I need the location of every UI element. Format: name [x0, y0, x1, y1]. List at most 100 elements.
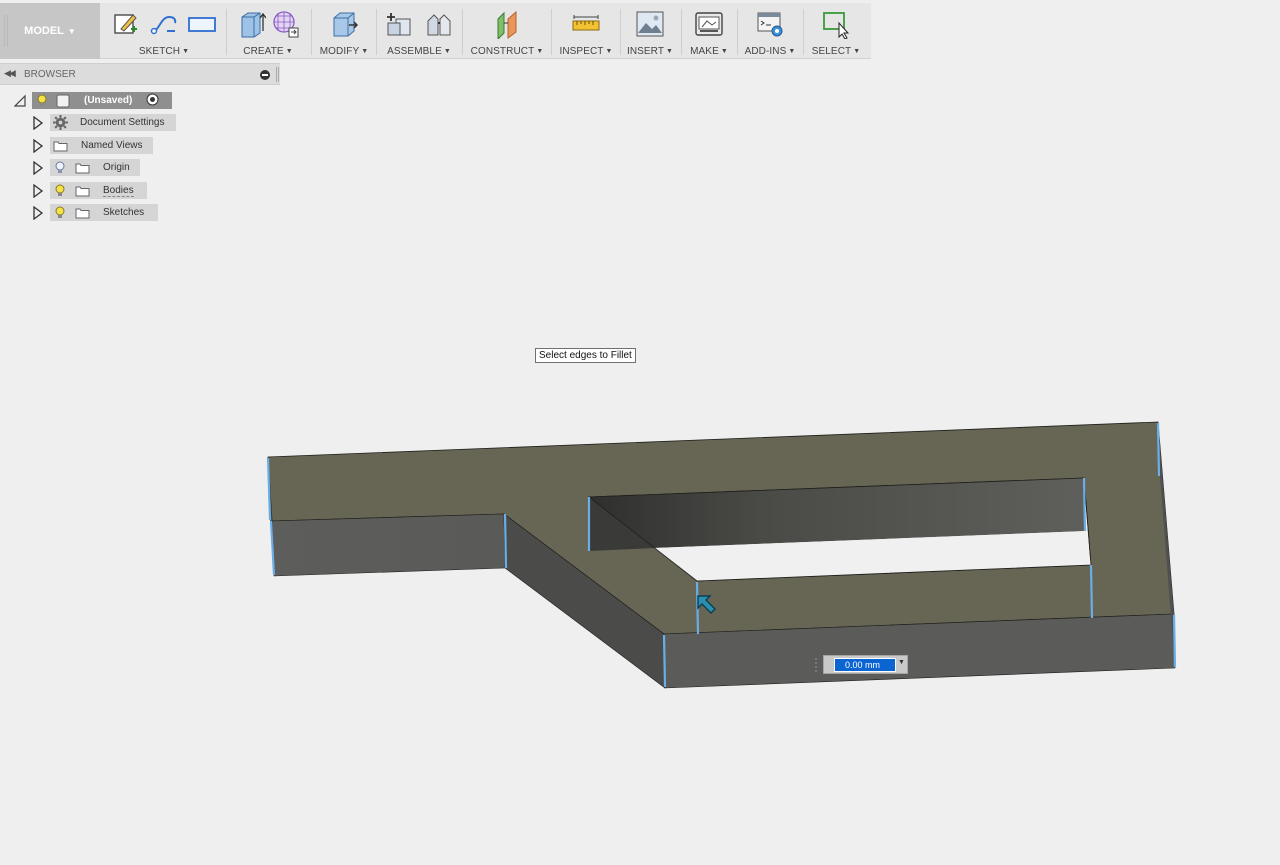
- toolbar-group-inspect[interactable]: INSPECT ▼: [553, 3, 619, 59]
- bodies-node[interactable]: Bodies: [50, 182, 147, 199]
- new-component-icon[interactable]: [384, 9, 414, 39]
- line-icon[interactable]: [149, 9, 179, 39]
- side-face-end: [268, 457, 274, 576]
- rectangle-icon[interactable]: [187, 9, 217, 39]
- joint-icon[interactable]: [424, 9, 454, 39]
- named-views-node[interactable]: Named Views: [50, 137, 153, 154]
- toolbar-group-label: ADD-INS: [744, 46, 787, 57]
- move-manipulator-arrow-icon[interactable]: [694, 592, 718, 616]
- folder-icon: [75, 185, 90, 197]
- activate-radio-icon[interactable]: [146, 93, 159, 109]
- lightbulb-off-icon[interactable]: [54, 161, 66, 175]
- dropdown-icon: ▼: [788, 48, 796, 55]
- scripts-addins-icon[interactable]: [755, 9, 785, 39]
- browser-root-node[interactable]: (Unsaved): [32, 92, 172, 109]
- toolbar-group-modify[interactable]: MODIFY ▼: [313, 3, 375, 59]
- toolbar-group-label: SELECT: [811, 46, 852, 57]
- lightbulb-icon[interactable]: [36, 94, 48, 108]
- browser-item-label: Bodies: [103, 184, 134, 197]
- expand-triangle-icon[interactable]: [32, 184, 44, 198]
- toolbar-group-insert[interactable]: INSERT ▼: [622, 3, 678, 59]
- expand-triangle-icon[interactable]: [32, 161, 44, 175]
- browser-item-label: Named Views: [81, 140, 143, 151]
- chevron-down-icon: ▼: [67, 26, 76, 36]
- toolbar-group-addins[interactable]: ADD-INS ▼: [739, 3, 801, 59]
- 3d-print-icon[interactable]: [694, 9, 724, 39]
- document-settings-node[interactable]: Document Settings: [50, 114, 176, 131]
- toolbar-separator: [551, 9, 552, 55]
- drag-handle-icon[interactable]: [815, 658, 819, 672]
- toolbar-separator: [737, 9, 738, 55]
- side-face-right: [1158, 422, 1175, 668]
- panel-grip[interactable]: [276, 67, 279, 82]
- browser-item-label: Origin: [103, 162, 130, 173]
- toolbar-group-assemble[interactable]: ASSEMBLE ▼: [378, 3, 460, 59]
- toolbar-group-label: INSPECT: [559, 46, 604, 57]
- dropdown-icon: ▼: [285, 48, 293, 55]
- toolbar-separator: [226, 9, 227, 55]
- root-label: (Unsaved): [84, 95, 133, 106]
- toolbar-group-create[interactable]: CREATE ▼: [228, 3, 308, 59]
- expand-triangle-icon[interactable]: [32, 116, 44, 130]
- inner-back-wall: [589, 478, 1086, 548]
- origin-node[interactable]: Origin: [50, 159, 140, 176]
- fillet-radius-box: ▼: [815, 655, 908, 674]
- dropdown-icon: ▼: [853, 48, 861, 55]
- dropdown-icon: ▼: [720, 48, 728, 55]
- toolbar-separator: [376, 9, 377, 55]
- folder-icon: [75, 162, 90, 174]
- measure-icon[interactable]: [571, 9, 601, 39]
- toolbar-group-label: SKETCH: [138, 46, 181, 57]
- toolbar-group-make[interactable]: MAKE ▼: [683, 3, 735, 59]
- press-pull-icon[interactable]: [329, 9, 359, 39]
- fillet-radius-input[interactable]: [834, 658, 896, 672]
- expand-triangle-icon[interactable]: [32, 139, 44, 153]
- lightbulb-icon[interactable]: [54, 206, 66, 220]
- folder-icon: [53, 140, 68, 152]
- toolbar-separator: [620, 9, 621, 55]
- dropdown-icon: ▼: [182, 48, 190, 55]
- selected-edges: [266, 422, 1177, 688]
- main-toolbar: MODEL ▼ SKETCH ▼ CREATE ▼ MODIFY ▼ ASSEM…: [0, 3, 871, 59]
- toolbar-group-label: ASSEMBLE: [387, 46, 442, 57]
- toolbar-group-label: CONSTRUCT: [470, 46, 535, 57]
- toolbar-separator: [681, 9, 682, 55]
- document-icon: [56, 94, 70, 108]
- toolbar-group-construct[interactable]: CONSTRUCT ▼: [464, 3, 550, 59]
- lightbulb-icon[interactable]: [54, 184, 66, 198]
- minimize-icon[interactable]: [260, 70, 270, 80]
- collapse-panel-icon[interactable]: ◀◀: [4, 68, 16, 79]
- workspace-label: MODEL: [24, 25, 64, 37]
- expand-triangle-icon[interactable]: [32, 206, 44, 220]
- side-face-diagonal: [503, 513, 666, 689]
- expanded-triangle-icon[interactable]: [14, 94, 26, 108]
- offset-plane-icon[interactable]: [492, 9, 522, 39]
- sketches-node[interactable]: Sketches: [50, 204, 158, 221]
- browser-item-document-settings: Document Settings: [0, 114, 280, 132]
- toolbar-group-label: MODIFY: [319, 46, 360, 57]
- side-face-front: [663, 613, 1176, 689]
- toolbar-group-label: CREATE: [243, 46, 284, 57]
- opening-background: [654, 531, 1091, 581]
- browser-item-sketches: Sketches: [0, 204, 280, 222]
- browser-item-origin: Origin: [0, 159, 280, 177]
- browser-item-label: Document Settings: [80, 117, 165, 128]
- extrude-icon[interactable]: [236, 9, 266, 39]
- workspace-switcher[interactable]: MODEL ▼: [0, 3, 100, 59]
- toolbar-separator: [803, 9, 804, 55]
- dropdown-arrow-icon[interactable]: ▼: [898, 659, 905, 666]
- toolbar-grip[interactable]: [4, 15, 8, 47]
- browser-header: ◀◀ BROWSER: [0, 63, 280, 85]
- inner-left-wall: [589, 497, 654, 551]
- create-sketch-icon[interactable]: [111, 9, 141, 39]
- insert-image-icon[interactable]: [635, 9, 665, 39]
- toolbar-group-label: MAKE: [690, 46, 719, 57]
- form-icon[interactable]: [270, 9, 300, 39]
- toolbar-group-select[interactable]: SELECT ▼: [805, 3, 867, 59]
- browser-item-named-views: Named Views: [0, 137, 280, 155]
- toolbar-group-sketch[interactable]: SKETCH ▼: [104, 3, 224, 59]
- dropdown-icon: ▼: [443, 48, 451, 55]
- select-window-icon[interactable]: [821, 9, 851, 39]
- browser-root-row: (Unsaved): [0, 92, 280, 110]
- toolbar-separator: [311, 9, 312, 55]
